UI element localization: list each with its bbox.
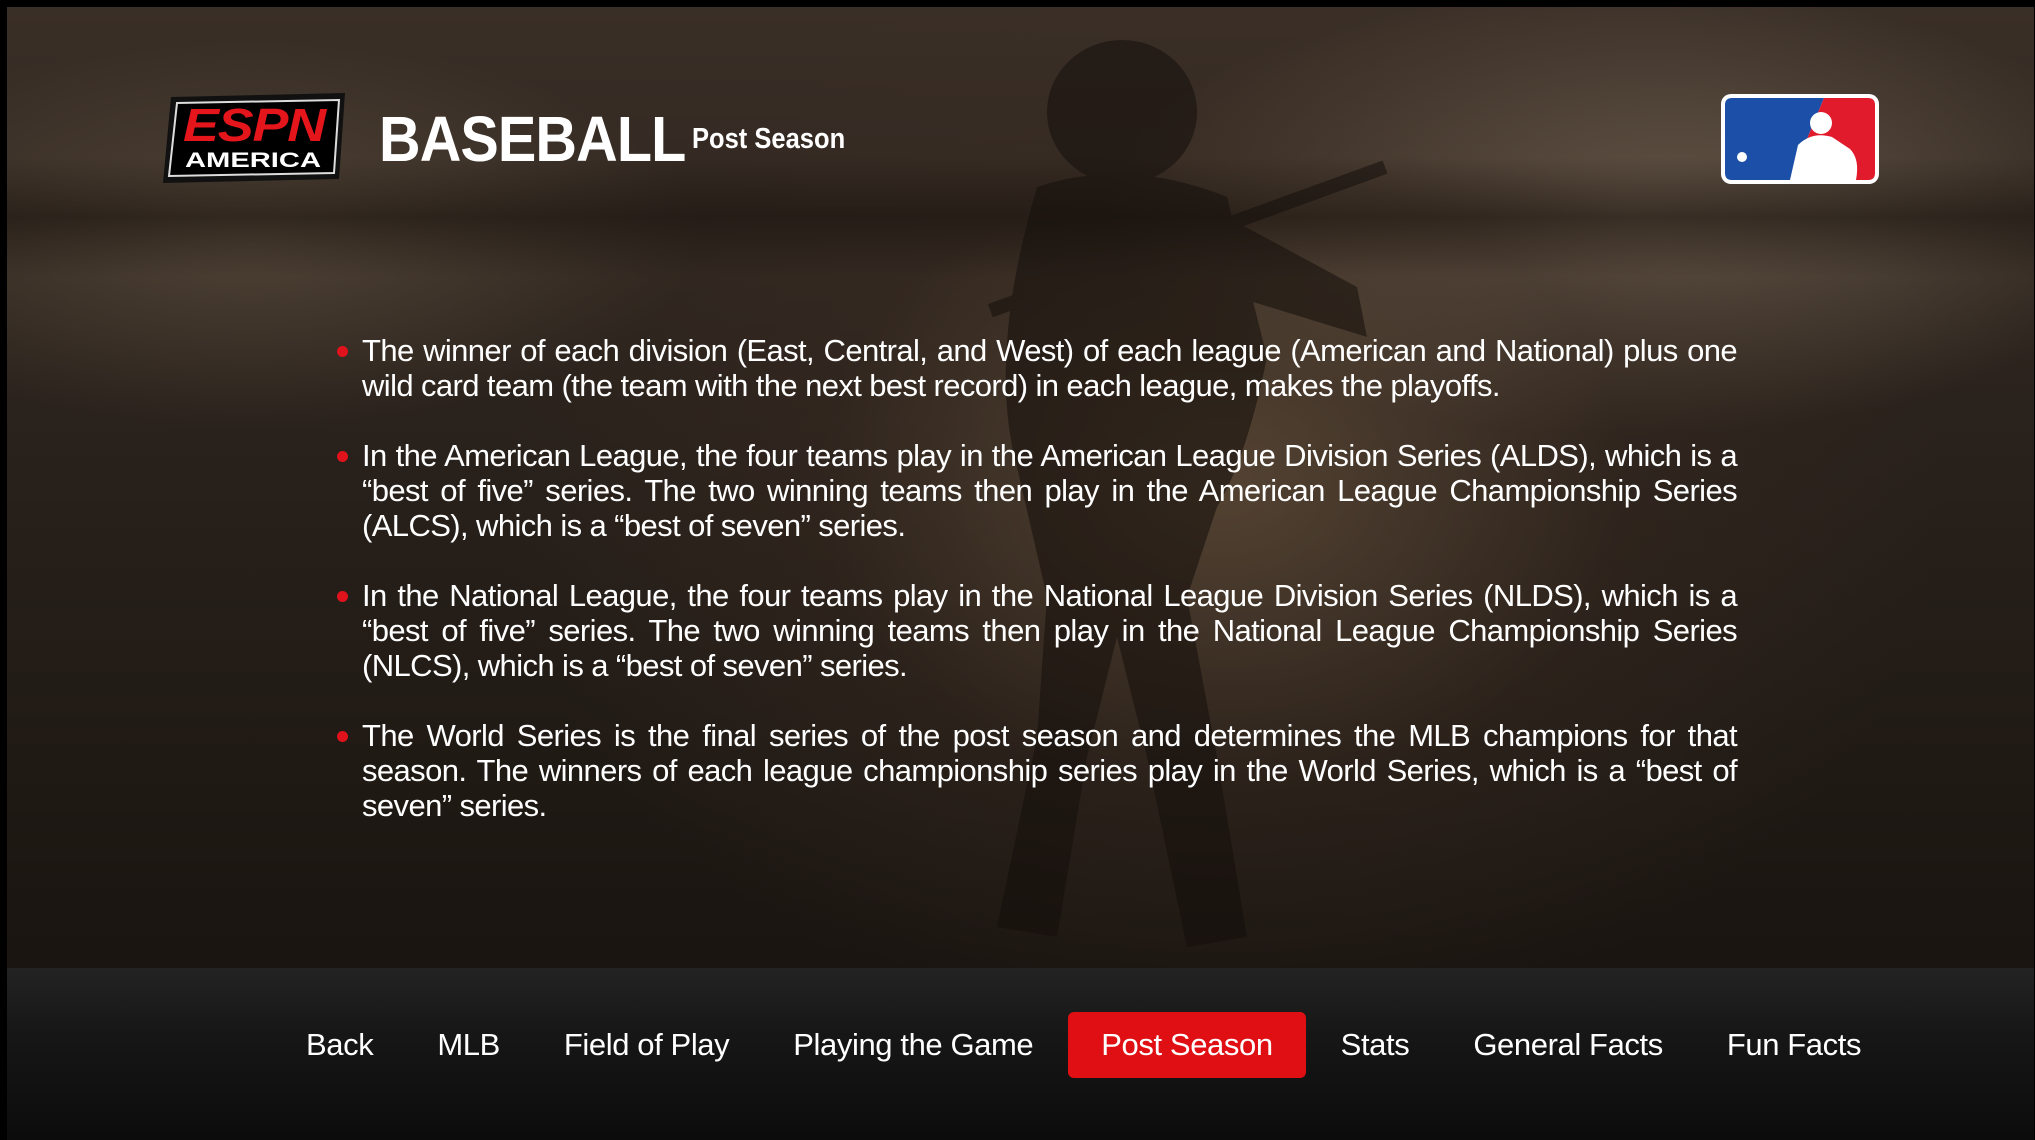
espn-logo-text: ESPN bbox=[183, 99, 327, 151]
page-title: BASEBALL bbox=[379, 103, 686, 175]
bottom-nav-bar: Back MLB Field of Play Playing the Game … bbox=[7, 968, 2034, 1140]
fact-bullet: The World Series is the final series of … bbox=[337, 718, 1738, 823]
america-logo-text: AMERICA bbox=[185, 149, 321, 172]
nav-item-field-of-play[interactable]: Field of Play bbox=[535, 1012, 758, 1078]
screen: ESPN AMERICA BASEBALL Post Season The wi… bbox=[7, 7, 2034, 1140]
nav-item-stats[interactable]: Stats bbox=[1312, 1012, 1439, 1078]
fact-bullet: The winner of each division (East, Centr… bbox=[337, 333, 1738, 403]
bullet-dot-icon bbox=[337, 346, 348, 357]
espn-america-logo: ESPN AMERICA bbox=[163, 93, 345, 183]
fact-bullet: In the American League, the four teams p… bbox=[337, 438, 1738, 543]
page-subtitle: Post Season bbox=[692, 123, 846, 155]
nav-item-playing-the-game[interactable]: Playing the Game bbox=[764, 1012, 1062, 1078]
nav-menu: Back MLB Field of Play Playing the Game … bbox=[277, 1012, 1896, 1078]
bullet-dot-icon bbox=[337, 591, 348, 602]
bullet-dot-icon bbox=[337, 731, 348, 742]
fact-text: In the American League, the four teams p… bbox=[362, 438, 1738, 543]
post-season-facts: The winner of each division (East, Centr… bbox=[337, 333, 1738, 858]
fact-text: The World Series is the final series of … bbox=[362, 718, 1738, 823]
nav-item-back[interactable]: Back bbox=[277, 1012, 402, 1078]
bullet-dot-icon bbox=[337, 451, 348, 462]
nav-item-fun-facts[interactable]: Fun Facts bbox=[1698, 1012, 1890, 1078]
fact-text: The winner of each division (East, Centr… bbox=[362, 333, 1738, 403]
nav-item-post-season[interactable]: Post Season bbox=[1068, 1012, 1306, 1078]
nav-item-mlb[interactable]: MLB bbox=[408, 1012, 529, 1078]
nav-item-general-facts[interactable]: General Facts bbox=[1444, 1012, 1692, 1078]
mlb-logo bbox=[1721, 94, 1879, 184]
fact-text: In the National League, the four teams p… bbox=[362, 578, 1738, 683]
fact-bullet: In the National League, the four teams p… bbox=[337, 578, 1738, 683]
